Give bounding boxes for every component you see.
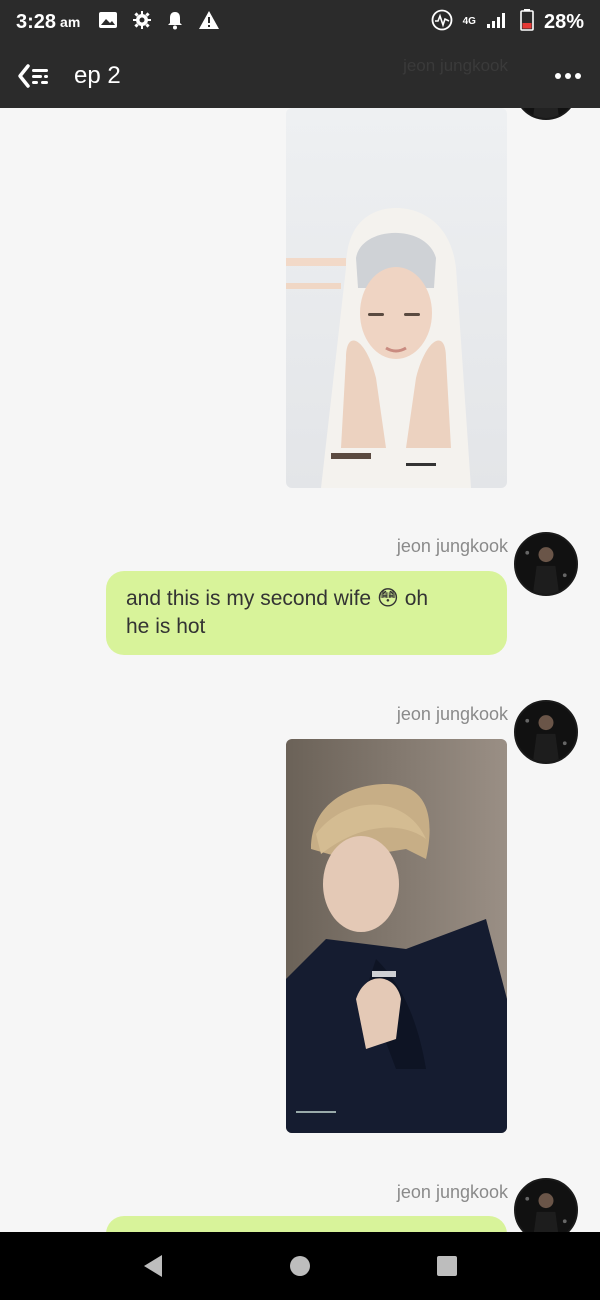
scrolled-sender-name: jeon jungkook [403, 56, 508, 75]
network-type: 4G [462, 16, 476, 27]
message-bubble[interactable] [106, 1216, 507, 1232]
back-drawer-icon[interactable] [12, 54, 56, 98]
message-text: and this is my second wife [126, 587, 372, 610]
sender-name: jeon jungkook [396, 704, 508, 724]
image-icon [98, 11, 118, 34]
avatar[interactable] [514, 532, 578, 596]
gear-icon [132, 10, 152, 35]
signal-icon [486, 11, 510, 34]
navigation-bar [0, 1232, 600, 1300]
chat-title: ep 2 [74, 62, 121, 89]
status-right-icons: 4G 28% [431, 8, 584, 36]
avatar[interactable] [514, 700, 578, 764]
avatar[interactable] [514, 1178, 578, 1232]
flushed-emoji: 😳 [376, 587, 399, 610]
status-ampm: am [60, 14, 81, 30]
sender-name: jeon jungkook [396, 536, 508, 556]
status-bar: 3:28 am 4G 28% [0, 0, 600, 44]
message-image[interactable] [286, 739, 507, 1133]
message-bubble[interactable]: and this is my second wife 😳 oh he is ho… [106, 571, 507, 655]
chat-list[interactable]: jeon jungkook and this is my second wife… [0, 108, 600, 1232]
message-text: he is hot [126, 615, 206, 638]
home-nav-icon[interactable] [278, 1244, 322, 1288]
status-time: 3:28 [16, 10, 57, 33]
bell-icon [166, 10, 184, 35]
status-left-icons [98, 10, 220, 35]
activity-icon [431, 9, 453, 36]
warning-icon [198, 10, 220, 35]
app-bar: ep 2 jeon jungkook [0, 44, 600, 108]
message-text: oh [404, 587, 429, 610]
back-nav-icon[interactable] [131, 1244, 175, 1288]
avatar[interactable] [514, 108, 578, 120]
more-icon[interactable] [548, 56, 588, 96]
battery-percent: 28% [543, 10, 584, 33]
recents-nav-icon[interactable] [425, 1244, 469, 1288]
sender-name: jeon jungkook [396, 1182, 508, 1202]
message-image[interactable] [286, 108, 507, 488]
battery-icon [520, 8, 534, 36]
